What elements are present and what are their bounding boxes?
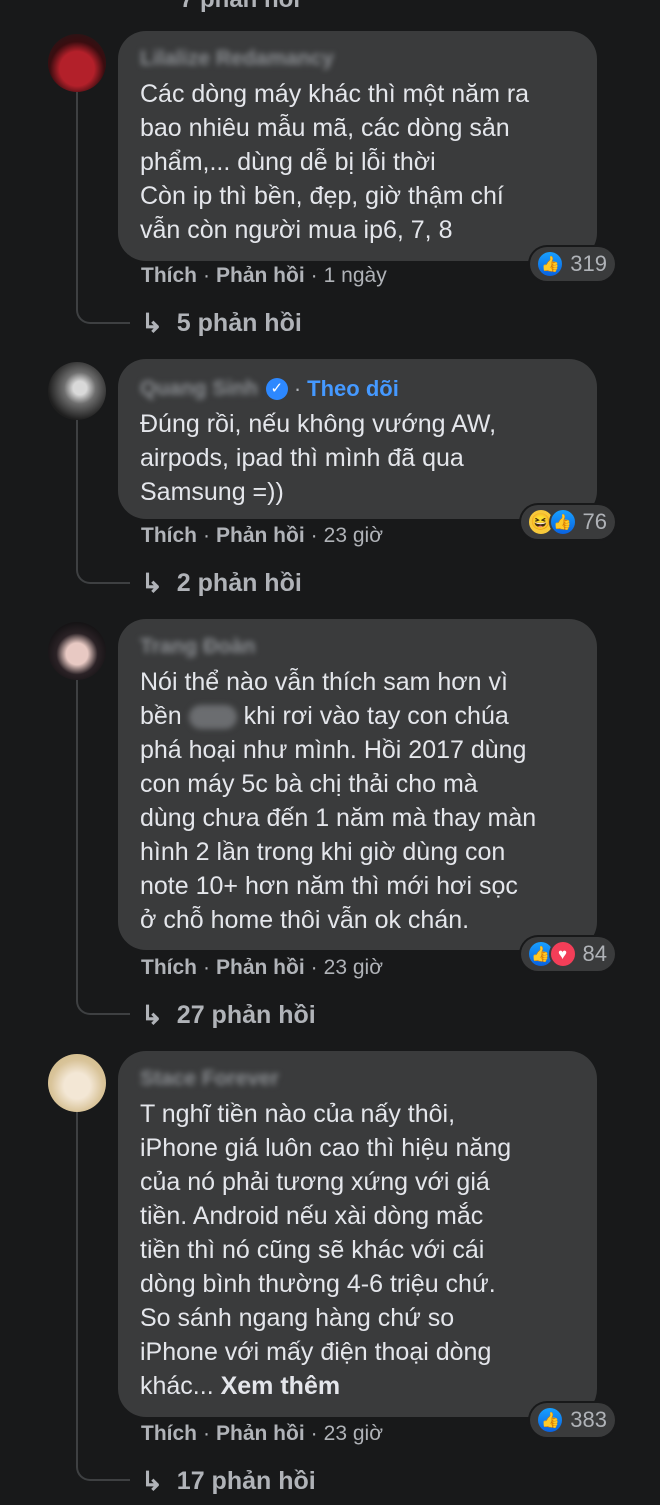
view-replies-link[interactable]: ↳ 27 phản hồi <box>141 1000 316 1031</box>
avatar[interactable] <box>48 362 106 420</box>
reaction-count: 76 <box>582 509 607 534</box>
comment-actions: Thích · Phản hồi · 23 giờ <box>141 1422 383 1446</box>
reply-button[interactable]: Phản hồi <box>216 264 305 288</box>
reaction-count: 319 <box>570 251 607 276</box>
replies-count-label: 2 phản hồi <box>176 569 302 597</box>
avatar[interactable] <box>48 622 106 680</box>
separator-dot: · <box>293 376 302 401</box>
separator-dot: · <box>310 1422 318 1445</box>
like-button[interactable]: Thích <box>141 1422 197 1446</box>
reaction-count: 84 <box>582 941 607 966</box>
comment-bubble: Trang Đoàn Nói thể nào vẫn thích sam hơn… <box>118 619 597 950</box>
reply-button[interactable]: Phản hồi <box>216 956 305 980</box>
comment-timestamp[interactable]: 23 giờ <box>324 1422 383 1446</box>
like-icon: 👍 <box>548 508 577 536</box>
comment-text: Nói thể nào vẫn thích sam hơn vì bền khi… <box>140 665 575 937</box>
separator-dot: · <box>203 264 210 287</box>
replies-count-label: 17 phản hồi <box>176 1467 316 1495</box>
thread-line <box>76 92 78 302</box>
reaction-summary[interactable]: 😆 👍 76 <box>520 505 615 539</box>
replies-count-label: 5 phản hồi <box>176 309 302 337</box>
reaction-count: 383 <box>570 1407 607 1432</box>
separator-dot: · <box>310 956 318 979</box>
like-button[interactable]: Thích <box>141 524 197 548</box>
like-button[interactable]: Thích <box>141 264 197 288</box>
comment-text-part: T nghĩ tiền nào của nấy thôi, iPhone giá… <box>140 1100 512 1400</box>
comment-bubble: Quang Sinh ✓ · Theo dõi Đúng rồi, nếu kh… <box>118 359 597 519</box>
reply-arrow-icon: ↳ <box>141 308 163 338</box>
comment-bubble: Lilalize Redamancy Các dòng máy khác thì… <box>118 31 597 261</box>
reply-button[interactable]: Phản hồi <box>216 1422 305 1446</box>
comment-timestamp[interactable]: 1 ngày <box>324 264 387 288</box>
censored-word <box>188 705 237 730</box>
view-replies-link[interactable]: ↳ 17 phản hồi <box>141 1466 316 1497</box>
like-icon: 👍 <box>536 250 565 278</box>
separator-dot: · <box>203 524 210 547</box>
see-more-link[interactable]: Xem thêm <box>221 1372 340 1400</box>
reply-arrow-icon: ↳ <box>141 1000 163 1030</box>
comment-text-part: khi rơi vào tay con chúa phá hoại như mì… <box>140 702 537 934</box>
reply-connector <box>76 1459 130 1481</box>
separator-dot: · <box>310 524 318 547</box>
separator-dot: · <box>203 1422 210 1445</box>
reaction-summary[interactable]: 👍 383 <box>530 1403 615 1437</box>
comment-timestamp[interactable]: 23 giờ <box>324 524 383 548</box>
reaction-summary[interactable]: 👍 ♥ 84 <box>520 937 615 971</box>
replies-count-label: 27 phản hồi <box>176 1001 316 1029</box>
reply-connector <box>76 302 130 324</box>
separator-dot: · <box>203 956 210 979</box>
thread-line <box>76 680 78 993</box>
love-icon: ♥ <box>548 940 577 968</box>
comment-author[interactable]: Trang Đoàn <box>140 635 575 663</box>
comment-author[interactable]: Quang Sinh <box>140 377 258 401</box>
reply-button[interactable]: Phản hồi <box>216 524 305 548</box>
thread-line <box>76 1112 78 1459</box>
comment-text: T nghĩ tiền nào của nấy thôi, iPhone giá… <box>140 1097 575 1403</box>
like-button[interactable]: Thích <box>141 956 197 980</box>
like-icon: 👍 <box>536 1406 565 1434</box>
comment-actions: Thích · Phản hồi · 23 giờ <box>141 524 383 548</box>
reply-arrow-icon: ↳ <box>141 1466 163 1496</box>
avatar[interactable] <box>48 1054 106 1112</box>
author-row: Quang Sinh ✓ · Theo dõi <box>140 375 575 403</box>
reaction-summary[interactable]: 👍 319 <box>530 247 615 281</box>
previous-replies-partial: 7 phản hồi <box>180 0 300 14</box>
verified-badge-icon: ✓ <box>265 378 288 400</box>
thread-line <box>76 420 78 562</box>
comment-text: Các dòng máy khác thì một năm ra bao nhi… <box>140 80 530 244</box>
separator-dot: · <box>310 264 318 287</box>
comment-actions: Thích · Phản hồi · 23 giờ <box>141 956 383 980</box>
comment-text: Đúng rồi, nếu không vướng AW, airpods, i… <box>140 410 497 506</box>
follow-button[interactable]: Theo dõi <box>307 376 399 402</box>
comment-author[interactable]: Lilalize Redamancy <box>140 47 575 75</box>
comment-timestamp[interactable]: 23 giờ <box>324 956 383 980</box>
reply-connector <box>76 993 130 1015</box>
avatar[interactable] <box>48 34 106 92</box>
reply-connector <box>76 562 130 584</box>
view-replies-link[interactable]: ↳ 5 phản hồi <box>141 308 302 339</box>
view-replies-link[interactable]: ↳ 2 phản hồi <box>141 568 302 599</box>
reply-arrow-icon: ↳ <box>141 568 163 598</box>
comment-author[interactable]: Stace Forever <box>140 1067 575 1095</box>
comment-bubble: Stace Forever T nghĩ tiền nào của nấy th… <box>118 1051 597 1417</box>
comment-actions: Thích · Phản hồi · 1 ngày <box>141 264 387 288</box>
